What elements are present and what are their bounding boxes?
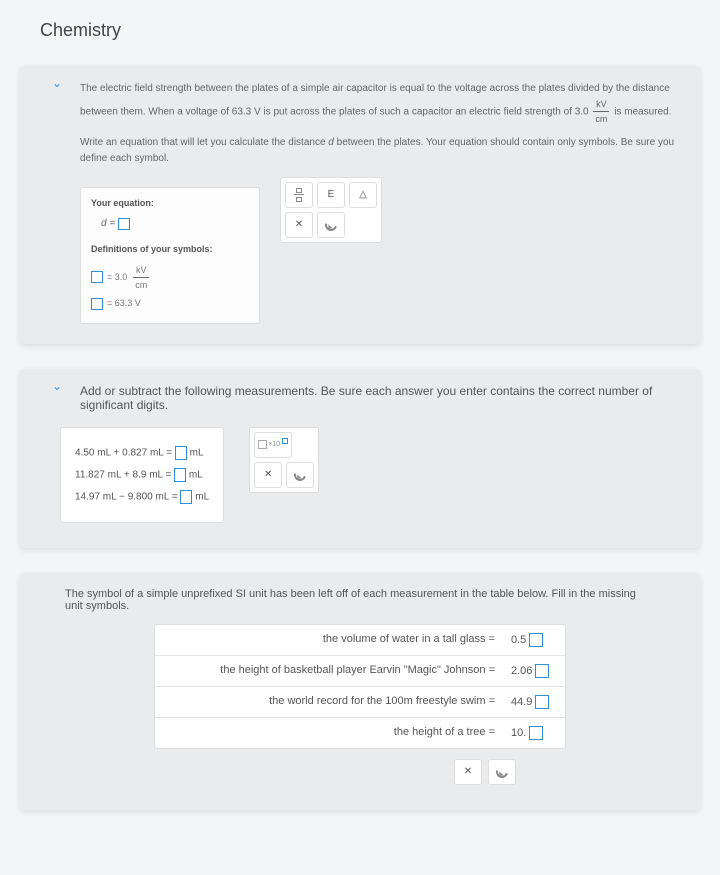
- def1-den: cm: [133, 278, 149, 292]
- fraction-kvcm: kV cm: [593, 97, 609, 127]
- undo-button[interactable]: [317, 212, 345, 238]
- row-2-label: the height of basketball player Earvin "…: [155, 656, 505, 686]
- problem-card-1: ⌄ The electric field strength between th…: [20, 66, 700, 344]
- row-1-label: the volume of water in a tall glass =: [155, 625, 505, 655]
- problem-card-2: ⌄ Add or subtract the following measurem…: [20, 369, 700, 548]
- def1-val: = 3.0: [107, 270, 127, 284]
- expr-3: 14.97 mL − 9.800 mL =: [75, 491, 178, 502]
- definition-2-symbol-input[interactable]: [91, 298, 103, 310]
- undo-icon: [494, 764, 510, 780]
- p1-text-a: The electric field strength between the …: [80, 83, 670, 118]
- problem-2-prompt: Add or subtract the following measuremen…: [60, 384, 680, 412]
- toolbox-1: E △ ✕: [280, 177, 382, 243]
- p2a: Write an equation that will let you calc…: [80, 137, 328, 148]
- row-1-val: 0.5: [511, 634, 526, 646]
- def1-num: kV: [133, 263, 149, 278]
- frac-num: kV: [593, 97, 609, 112]
- unit-input-4[interactable]: [529, 726, 543, 740]
- unit-2: mL: [189, 469, 203, 480]
- clear-button[interactable]: ✕: [285, 212, 313, 238]
- row-4-label: the height of a tree =: [155, 718, 505, 748]
- definitions-label: Definitions of your symbols:: [91, 242, 249, 256]
- answer-input-1[interactable]: [175, 446, 187, 460]
- def1-unit: kV cm: [133, 263, 149, 293]
- toolbox-2: ×10 ✕: [249, 427, 319, 493]
- equation-panel: Your equation: d = Definitions of your s…: [80, 187, 260, 324]
- def2-val: = 63.3 V: [107, 296, 141, 310]
- measure-row-2: 11.827 mL + 8.9 mL = mL: [75, 468, 209, 482]
- page-title: Chemistry: [40, 20, 720, 41]
- row-3-val: 44.9: [511, 696, 532, 708]
- e-tool-button[interactable]: E: [317, 182, 345, 208]
- chevron-down-icon[interactable]: ⌄: [52, 379, 62, 393]
- triangle-tool-button[interactable]: △: [349, 182, 377, 208]
- row-4-val: 10.: [511, 727, 526, 739]
- undo-icon: [292, 467, 308, 483]
- eq-lhs: d =: [101, 218, 115, 229]
- measure-row-1: 4.50 mL + 0.827 mL = mL: [75, 446, 209, 460]
- problem-card-3: The symbol of a simple unprefixed SI uni…: [20, 573, 700, 810]
- measurements-panel: 4.50 mL + 0.827 mL = mL 11.827 mL + 8.9 …: [60, 427, 224, 523]
- p1-text-b: is measured.: [614, 107, 671, 118]
- definition-2: = 63.3 V: [91, 296, 249, 310]
- expr-2: 11.827 mL + 8.9 mL =: [75, 469, 171, 480]
- clear-button[interactable]: ✕: [454, 759, 482, 785]
- undo-icon: [323, 217, 339, 233]
- frac-den: cm: [593, 112, 609, 126]
- table-row: the height of basketball player Earvin "…: [155, 656, 565, 687]
- chevron-down-icon[interactable]: ⌄: [52, 76, 62, 90]
- answer-input-2[interactable]: [174, 468, 186, 482]
- table-row: the volume of water in a tall glass = 0.…: [155, 625, 565, 656]
- unit-input-2[interactable]: [535, 664, 549, 678]
- unit-3: mL: [195, 491, 209, 502]
- measure-row-3: 14.97 mL − 9.800 mL = mL: [75, 490, 209, 504]
- row-2-val: 2.06: [511, 665, 532, 677]
- definition-1-symbol-input[interactable]: [91, 271, 103, 283]
- clear-button[interactable]: ✕: [254, 462, 282, 488]
- unit-table: the volume of water in a tall glass = 0.…: [154, 624, 566, 749]
- undo-button[interactable]: [488, 759, 516, 785]
- table-row: the height of a tree = 10.: [155, 718, 565, 748]
- unit-1: mL: [190, 447, 204, 458]
- answer-input-3[interactable]: [180, 490, 192, 504]
- unit-input-1[interactable]: [529, 633, 543, 647]
- unit-input-3[interactable]: [535, 695, 549, 709]
- your-equation-label: Your equation:: [91, 196, 249, 210]
- fraction-tool-button[interactable]: [285, 182, 313, 208]
- problem-3-prompt: The symbol of a simple unprefixed SI uni…: [45, 588, 675, 612]
- problem-1-instruction: Write an equation that will let you calc…: [80, 135, 680, 167]
- expr-1: 4.50 mL + 0.827 mL =: [75, 447, 172, 458]
- definition-1: = 3.0 kV cm: [91, 263, 249, 293]
- scientific-notation-button[interactable]: ×10: [254, 432, 292, 458]
- table-row: the world record for the 100m freestyle …: [155, 687, 565, 718]
- equation-input[interactable]: [118, 218, 130, 230]
- scientific-notation-icon: ×10: [258, 440, 288, 449]
- sci-label: ×10: [268, 441, 280, 448]
- undo-button[interactable]: [286, 462, 314, 488]
- problem-1-text: The electric field strength between the …: [80, 81, 680, 127]
- row-3-label: the world record for the 100m freestyle …: [155, 687, 505, 717]
- fraction-icon: [294, 188, 304, 202]
